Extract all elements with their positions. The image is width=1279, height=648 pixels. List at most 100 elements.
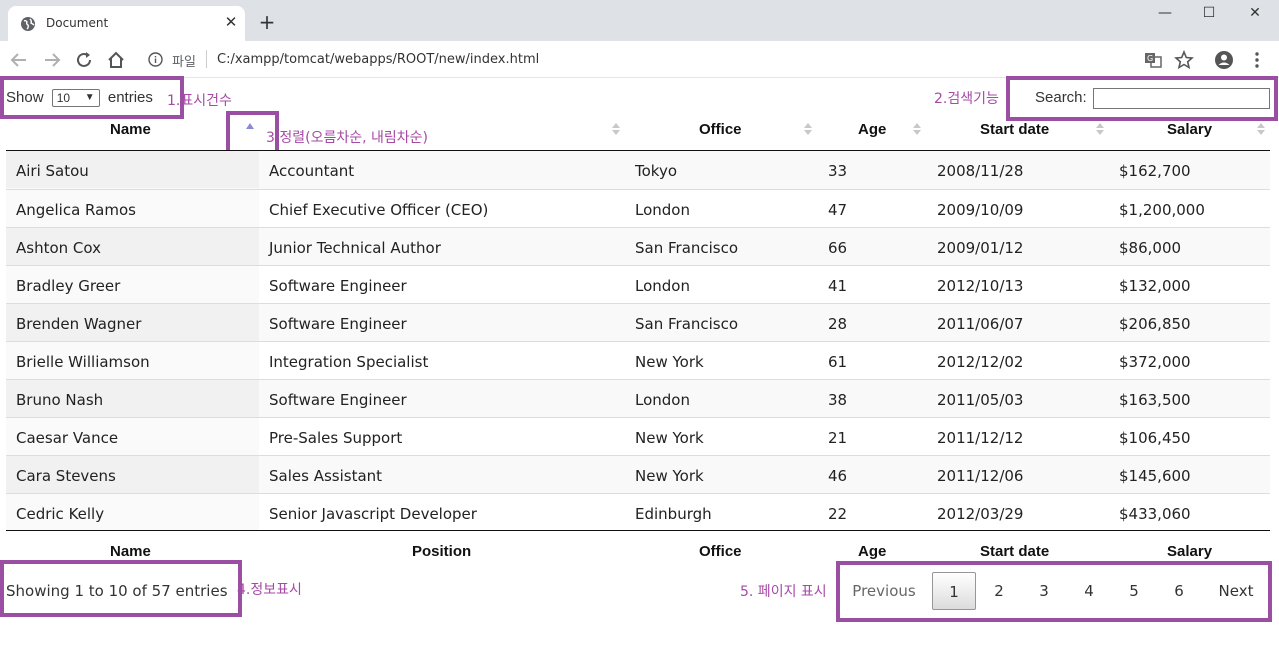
header-name[interactable]: Name — [110, 121, 151, 138]
header-start-date[interactable]: Start date — [980, 121, 1049, 138]
url-text[interactable]: C:/xampp/tomcat/webapps/ROOT/new/index.h… — [217, 52, 539, 67]
cell-position: Pre-Sales Support — [269, 429, 403, 447]
sort-both-icon — [612, 123, 620, 135]
browser-tab[interactable]: Document ✕ — [8, 6, 245, 41]
browser-toolbar: 파일 C:/xampp/tomcat/webapps/ROOT/new/inde… — [0, 41, 1279, 78]
sort-both-icon — [804, 123, 812, 135]
cell-salary: $1,200,000 — [1119, 201, 1205, 219]
footer-divider — [6, 530, 1270, 531]
cell-age: 47 — [828, 201, 848, 219]
cell-age: 38 — [828, 391, 848, 409]
cell-age: 66 — [828, 239, 848, 257]
page-button[interactable]: 3 — [1022, 572, 1066, 610]
footer-age: Age — [858, 543, 887, 560]
cell-name: Angelica Ramos — [16, 201, 136, 219]
annotation-search: 2.검색기능 — [934, 91, 999, 107]
cell-position: Sales Assistant — [269, 467, 383, 485]
cell-position: Integration Specialist — [269, 353, 429, 371]
forward-icon[interactable] — [41, 49, 63, 71]
page-button[interactable]: 2 — [977, 572, 1021, 610]
annotation-sort: 3.정렬(오름차순, 내림차순) — [266, 130, 428, 146]
cell-office: London — [635, 391, 690, 409]
cell-start-date: 2011/12/12 — [937, 429, 1024, 447]
header-salary[interactable]: Salary — [1167, 121, 1212, 138]
cell-position: Software Engineer — [269, 315, 407, 333]
cell-salary: $163,500 — [1119, 391, 1191, 409]
page-content: Show 10 ▼ entries 1.표시건수 2.검색기능 Search: N… — [0, 76, 1279, 648]
cell-office: New York — [635, 353, 704, 371]
info-icon[interactable] — [148, 52, 163, 67]
cell-age: 22 — [828, 505, 848, 523]
cell-name: Brenden Wagner — [16, 315, 142, 333]
translate-icon[interactable]: G — [1142, 49, 1164, 71]
minimize-button[interactable]: — — [1153, 4, 1177, 24]
cell-name: Cara Stevens — [16, 467, 116, 485]
footer-salary: Salary — [1167, 543, 1213, 560]
cell-position: Junior Technical Author — [269, 239, 441, 257]
cell-age: 28 — [828, 315, 848, 333]
cell-salary: $106,450 — [1119, 429, 1191, 447]
home-icon[interactable] — [105, 49, 127, 71]
cell-start-date: 2011/05/03 — [937, 391, 1024, 409]
cell-salary: $86,000 — [1119, 239, 1182, 257]
cell-position: Software Engineer — [269, 277, 407, 295]
cell-age: 33 — [828, 162, 848, 180]
annotation-box-length — [0, 76, 184, 119]
annotation-box-search — [1006, 76, 1278, 121]
profile-avatar-icon[interactable] — [1213, 49, 1235, 71]
table-row: Cara Stevens Sales Assistant New York 46… — [6, 455, 1270, 493]
header-age[interactable]: Age — [858, 121, 886, 138]
cell-name: Ashton Cox — [16, 239, 101, 257]
url-scheme-label: 파일 — [172, 55, 196, 70]
cell-start-date: 2009/10/09 — [937, 201, 1024, 219]
page-button[interactable]: 1 — [932, 572, 976, 610]
table-row: Caesar Vance Pre-Sales Support New York … — [6, 417, 1270, 455]
back-icon[interactable] — [8, 49, 30, 71]
address-bar[interactable]: 파일 C:/xampp/tomcat/webapps/ROOT/new/inde… — [138, 45, 1138, 74]
cell-name: Brielle Williamson — [16, 353, 150, 371]
table-row: Angelica Ramos Chief Executive Officer (… — [6, 189, 1270, 227]
page-button[interactable]: 5 — [1112, 572, 1156, 610]
page-button[interactable]: 4 — [1067, 572, 1111, 610]
bookmark-star-icon[interactable] — [1173, 49, 1195, 71]
tab-title: Document — [46, 16, 109, 30]
close-window-button[interactable]: ✕ — [1243, 4, 1267, 24]
globe-icon — [21, 17, 35, 31]
header-office[interactable]: Office — [699, 121, 742, 138]
previous-button[interactable]: Previous — [846, 572, 922, 610]
cell-age: 21 — [828, 429, 848, 447]
table-body: Airi Satou Accountant Tokyo 33 2008/11/2… — [6, 151, 1270, 531]
table-row: Cedric Kelly Senior Javascript Developer… — [6, 493, 1270, 531]
cell-office: San Francisco — [635, 239, 739, 257]
cell-position: Accountant — [269, 162, 355, 180]
cell-position: Senior Javascript Developer — [269, 505, 477, 523]
cell-age: 41 — [828, 277, 848, 295]
sort-both-icon — [913, 123, 921, 135]
table-row: Brenden Wagner Software Engineer San Fra… — [6, 303, 1270, 341]
sort-both-icon — [1257, 123, 1265, 135]
annotation-length: 1.표시건수 — [167, 93, 232, 109]
cell-position: Chief Executive Officer (CEO) — [269, 201, 489, 219]
cell-office: San Francisco — [635, 315, 739, 333]
cell-name: Caesar Vance — [16, 429, 119, 447]
pagination: Previous 1 2 3 4 5 6 Next — [846, 572, 1266, 612]
cell-start-date: 2012/10/13 — [937, 277, 1024, 295]
table-row: Bruno Nash Software Engineer London 38 2… — [6, 379, 1270, 417]
cell-office: London — [635, 201, 690, 219]
menu-kebab-icon[interactable] — [1246, 49, 1268, 71]
cell-name: Bruno Nash — [16, 391, 104, 409]
cell-salary: $132,000 — [1119, 277, 1191, 295]
table-row: Brielle Williamson Integration Specialis… — [6, 341, 1270, 379]
reload-icon[interactable] — [73, 49, 95, 71]
page-button[interactable]: 6 — [1157, 572, 1201, 610]
cell-office: Edinburgh — [635, 505, 712, 523]
annotation-pagination: 5. 페이지 표시 — [740, 584, 827, 600]
tab-close-icon[interactable]: ✕ — [223, 14, 239, 30]
cell-start-date: 2011/12/06 — [937, 467, 1024, 485]
new-tab-button[interactable]: + — [256, 12, 278, 34]
maximize-button[interactable]: ☐ — [1197, 4, 1221, 24]
cell-office: Tokyo — [635, 162, 677, 180]
svg-text:G: G — [1147, 54, 1153, 63]
footer-office: Office — [699, 543, 742, 560]
next-button[interactable]: Next — [1212, 572, 1260, 610]
